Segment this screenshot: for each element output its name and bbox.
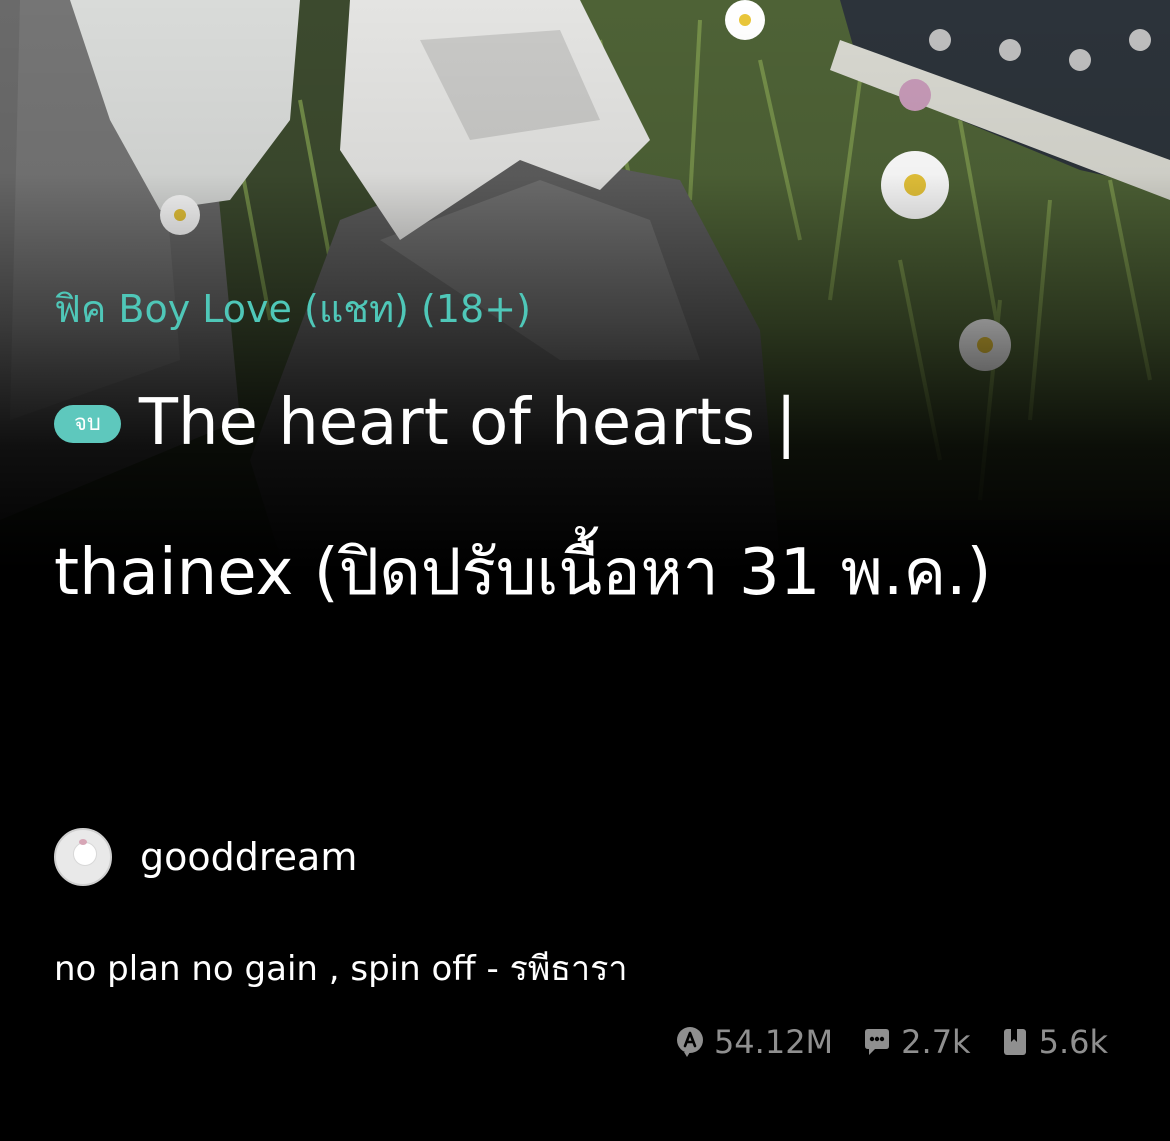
- bookmark-icon: [1003, 1029, 1026, 1055]
- story-description: no plan no gain , spin off - รพีธารา: [54, 949, 628, 989]
- bookmarks-count: 5.6k: [1038, 1023, 1108, 1061]
- avatar[interactable]: [54, 828, 112, 886]
- story-title-block[interactable]: จบ The heart of hearts | thainex (ปิดปรับ…: [54, 348, 994, 648]
- status-badge: จบ: [54, 405, 121, 443]
- author-row[interactable]: gooddream: [54, 826, 357, 888]
- comments-count: 2.7k: [901, 1023, 971, 1061]
- story-stats: 54.12M 2.7k 5.6k: [674, 1020, 1108, 1064]
- story-card[interactable]: ฟิค Boy Love (แชท) (18+) จบ The heart of …: [0, 0, 1170, 1141]
- avatar-ornament: [79, 839, 87, 845]
- story-title[interactable]: The heart of hearts | thainex (ปิดปรับเน…: [54, 386, 991, 610]
- stat-comments: 2.7k: [861, 1023, 971, 1061]
- eye-badge-icon: [676, 1027, 703, 1057]
- comment-bubble-icon: [865, 1029, 890, 1055]
- story-category[interactable]: ฟิค Boy Love (แชท) (18+): [54, 282, 1114, 336]
- stat-bookmarks: 5.6k: [999, 1023, 1108, 1061]
- story-info: ฟิค Boy Love (แชท) (18+) จบ The heart of …: [54, 282, 1114, 648]
- avatar-glyph: [73, 842, 97, 866]
- author-name[interactable]: gooddream: [140, 835, 357, 879]
- stat-views: 54.12M: [674, 1023, 833, 1061]
- views-count: 54.12M: [713, 1023, 834, 1061]
